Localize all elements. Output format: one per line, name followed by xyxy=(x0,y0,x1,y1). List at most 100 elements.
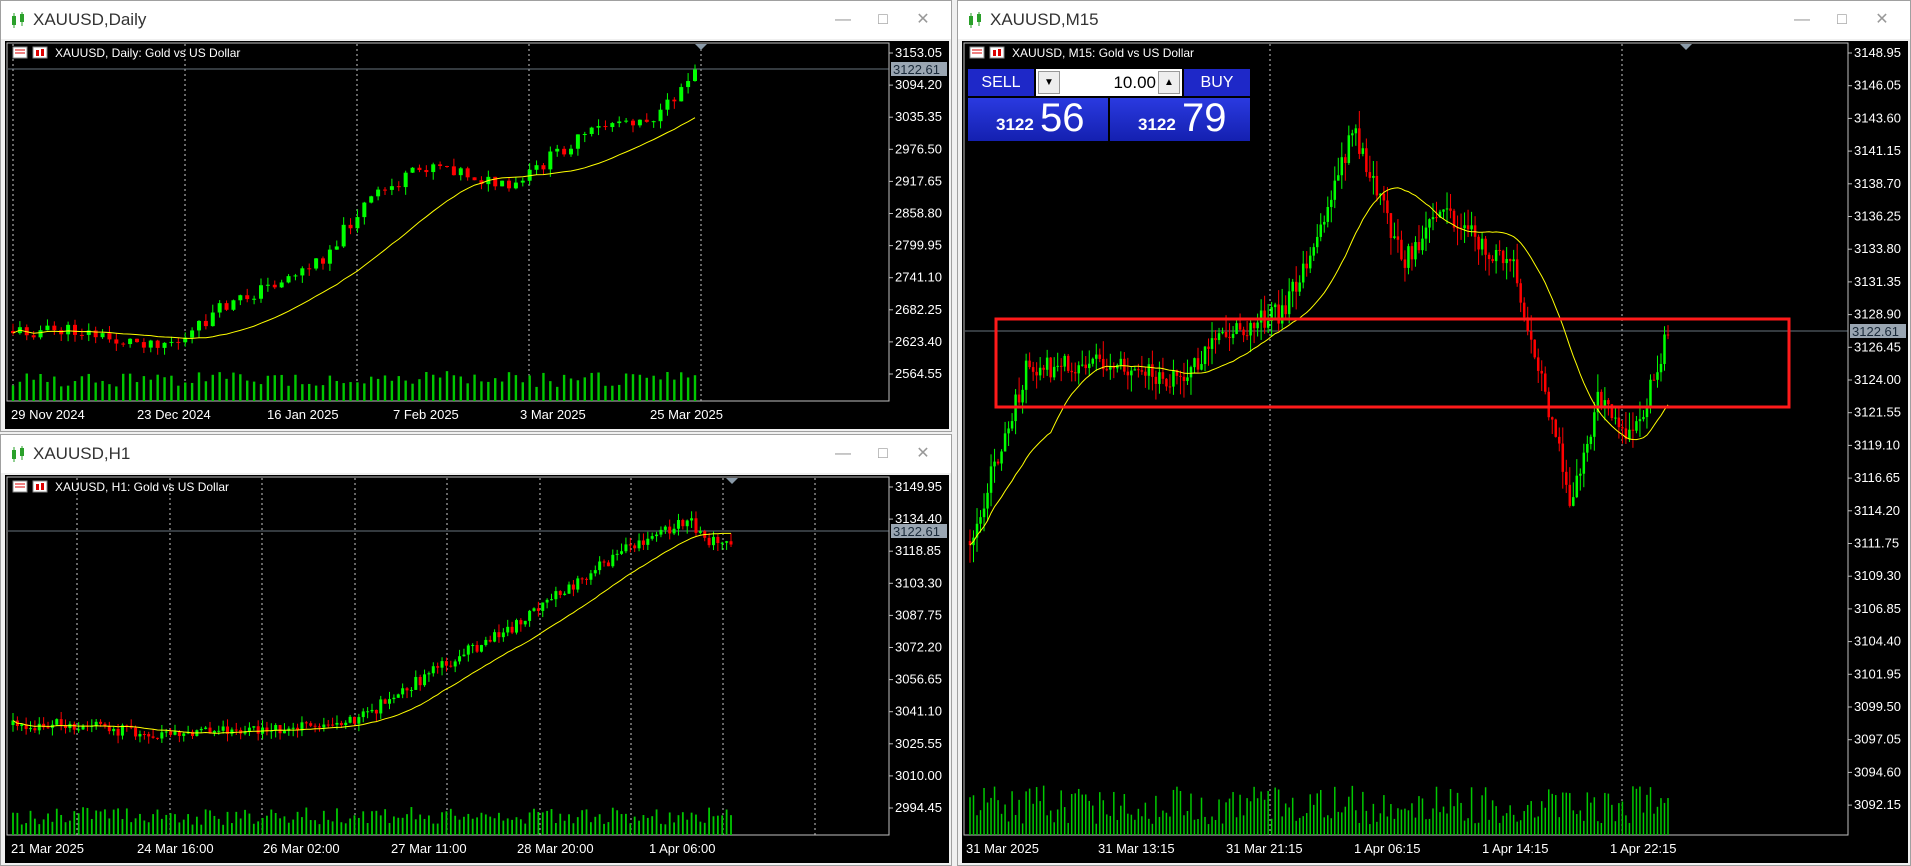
candle-body xyxy=(458,168,463,176)
candle-body xyxy=(1607,400,1610,405)
candle-body xyxy=(1614,417,1617,419)
candle-body xyxy=(1098,354,1102,359)
maximize-button[interactable]: □ xyxy=(863,9,903,31)
close-button[interactable]: ✕ xyxy=(903,9,943,31)
candle-body xyxy=(711,536,715,546)
price-axis-label: 3010.00 xyxy=(895,768,942,783)
candle-body xyxy=(379,699,383,714)
candle-body xyxy=(1189,367,1193,378)
buy-button[interactable]: BUY xyxy=(1184,69,1250,96)
shift-marker[interactable] xyxy=(695,44,707,50)
candle-body xyxy=(479,645,483,652)
candle-body xyxy=(593,570,597,574)
price-axis-label: 3118.85 xyxy=(895,543,941,558)
candle-body xyxy=(1351,133,1354,136)
chart-header xyxy=(969,46,1005,59)
sell-price-button[interactable]: 3122 56 xyxy=(968,96,1108,141)
candle-body xyxy=(1021,389,1024,403)
candle-body xyxy=(1449,208,1452,211)
candle-body xyxy=(1375,175,1379,196)
candle-body xyxy=(348,224,353,229)
maximize-button[interactable]: □ xyxy=(1822,9,1862,31)
chart-window-h1[interactable]: XAUUSD,H1 — □ ✕ XAUUSD, H1: Gold vs US D… xyxy=(0,434,952,866)
chart-icon xyxy=(32,480,48,493)
candle-body xyxy=(369,196,374,203)
candle-body xyxy=(401,688,405,695)
close-button[interactable]: ✕ xyxy=(903,443,943,465)
candle-body xyxy=(1501,250,1505,264)
candle-body xyxy=(272,284,277,288)
candle-body xyxy=(1193,358,1196,368)
candle-body xyxy=(1551,417,1554,420)
candle-body xyxy=(982,508,986,518)
candle-body xyxy=(1393,236,1396,238)
candle-body xyxy=(1365,148,1368,173)
close-button[interactable]: ✕ xyxy=(1862,9,1902,31)
candle-body xyxy=(388,699,392,704)
price-chart[interactable]: XAUUSD, Daily: Gold vs US Dollar 3153.05 3… xyxy=(5,41,949,429)
minimize-button[interactable]: — xyxy=(823,443,863,465)
candle-body xyxy=(679,87,684,102)
window-titlebar[interactable]: XAUUSD,Daily — □ ✕ xyxy=(1,1,951,39)
candle-body xyxy=(1368,172,1372,178)
candle-body xyxy=(725,541,729,543)
price-chart[interactable]: XAUUSD, M15: Gold vs US Dollar 3148.95 314… xyxy=(962,41,1908,863)
minimize-button[interactable]: — xyxy=(823,9,863,31)
maximize-button[interactable]: □ xyxy=(863,443,903,465)
candle-body xyxy=(1133,369,1137,371)
window-titlebar[interactable]: XAUUSD,H1 — □ ✕ xyxy=(1,435,951,473)
candle-body xyxy=(1042,367,1045,370)
chart-icon-bar xyxy=(41,483,44,490)
candle-body xyxy=(418,676,422,686)
chart-canvas[interactable]: XAUUSD, Daily: Gold vs US Dollar 3153.05 3… xyxy=(5,41,949,429)
shift-marker[interactable] xyxy=(1680,44,1692,50)
candle-body xyxy=(1130,370,1133,376)
shift-marker[interactable] xyxy=(726,478,738,484)
candle-body xyxy=(1326,206,1330,222)
candle-body xyxy=(1172,370,1175,387)
candle-body xyxy=(431,666,435,674)
candle-body xyxy=(304,722,308,724)
chart-canvas[interactable]: XAUUSD, M15: Gold vs US Dollar 3148.95 314… xyxy=(962,41,1908,863)
candle-body xyxy=(348,716,352,723)
candle-body xyxy=(1095,354,1098,359)
candle-body xyxy=(1000,451,1003,464)
candle-body xyxy=(103,723,107,726)
minimize-button[interactable]: — xyxy=(1782,9,1822,31)
candle-body xyxy=(362,202,367,218)
chart-canvas[interactable]: XAUUSD, H1: Gold vs US Dollar 3149.95 3134… xyxy=(5,475,949,863)
candle-body xyxy=(665,99,670,110)
lot-size-stepper[interactable]: ▼ 10.00 ▲ xyxy=(1036,69,1182,96)
candles xyxy=(11,64,697,401)
price-axis-label: 3131.35 xyxy=(1854,274,1901,289)
candle-body xyxy=(396,694,400,698)
candle-body xyxy=(624,544,628,552)
candle-body xyxy=(169,731,173,735)
candle-body xyxy=(326,724,330,726)
chart-icon-bar xyxy=(993,50,996,56)
price-axis-label: 3056.65 xyxy=(895,672,942,687)
chart-window-m15[interactable]: XAUUSD,M15 — □ ✕ XAUUSD, M15: Gold vs US… xyxy=(957,0,1911,866)
candle-body xyxy=(475,644,479,652)
candle-body xyxy=(389,186,394,190)
buy-price-button[interactable]: 3122 79 xyxy=(1110,96,1250,141)
price-axis-label: 2917.65 xyxy=(895,173,942,188)
price-axis-label: 3148.95 xyxy=(1854,45,1901,60)
lot-increase-icon[interactable]: ▲ xyxy=(1158,71,1180,94)
candle-body xyxy=(1477,236,1480,250)
lot-size-input[interactable]: 10.00 xyxy=(1062,69,1156,96)
sell-price-prefix: 3122 xyxy=(996,115,1034,134)
sell-button[interactable]: SELL xyxy=(968,69,1034,96)
highlight-rectangle[interactable] xyxy=(994,317,1791,409)
chart-window-daily[interactable]: XAUUSD,Daily — □ ✕ XAUUSD, Daily: Gold v… xyxy=(0,0,952,432)
candle-body xyxy=(173,731,177,735)
window-titlebar[interactable]: XAUUSD,M15 — □ ✕ xyxy=(958,1,1910,39)
candle-body xyxy=(1512,259,1515,262)
candle-body xyxy=(631,120,635,126)
candle-body xyxy=(507,180,511,189)
lot-decrease-icon[interactable]: ▼ xyxy=(1038,71,1060,94)
price-chart[interactable]: XAUUSD, H1: Gold vs US Dollar 3149.953134… xyxy=(5,475,949,863)
candle-body xyxy=(493,632,497,642)
candle-body xyxy=(31,335,36,338)
candle-body xyxy=(361,711,365,718)
